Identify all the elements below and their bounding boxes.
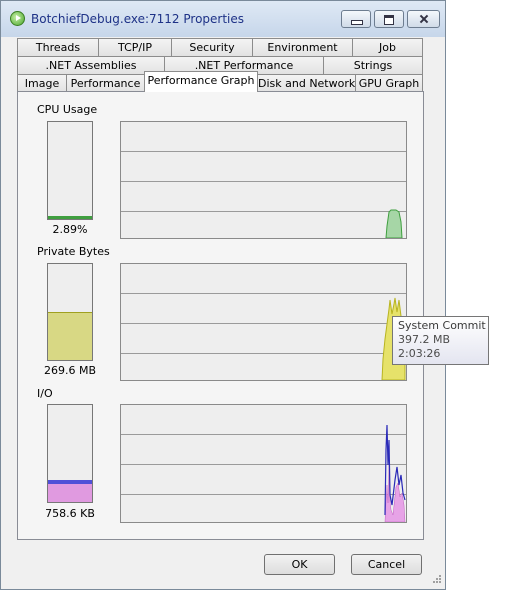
tab-performance[interactable]: Performance — [66, 74, 145, 92]
resize-grip-icon[interactable] — [428, 572, 442, 586]
close-button[interactable] — [407, 10, 440, 28]
private-bytes-meter-fill — [48, 311, 92, 360]
tab-strings[interactable]: Strings — [323, 56, 423, 74]
tab-image[interactable]: Image — [17, 74, 67, 92]
cpu-usage-meter — [47, 121, 93, 220]
tab-security[interactable]: Security — [171, 38, 253, 56]
tab-tcpip[interactable]: TCP/IP — [98, 38, 172, 56]
tooltip-time: 2:03:26 — [398, 347, 441, 360]
tab-gpu-graph[interactable]: GPU Graph — [355, 74, 423, 92]
ok-button[interactable]: OK — [264, 554, 335, 575]
tooltip-title: System Commit — [398, 319, 486, 332]
cpu-usage-meter-fill — [48, 216, 92, 219]
maximize-button[interactable] — [374, 10, 404, 28]
minimize-button[interactable] — [341, 10, 371, 28]
cpu-usage-label: CPU Usage — [37, 103, 98, 116]
cpu-usage-graph[interactable] — [120, 121, 407, 239]
cancel-button[interactable]: Cancel — [351, 554, 422, 575]
private-bytes-meter — [47, 263, 93, 361]
io-graph[interactable] — [120, 404, 407, 523]
tab-performance-graph[interactable]: Performance Graph — [144, 71, 258, 92]
io-value: 758.6 KB — [45, 507, 95, 520]
tab-disk-and-network[interactable]: Disk and Network — [257, 74, 356, 92]
io-meter — [47, 404, 93, 503]
private-bytes-label: Private Bytes — [37, 245, 110, 258]
tab-environment[interactable]: Environment — [252, 38, 353, 56]
io-meter-fill — [48, 479, 92, 502]
tab-job[interactable]: Job — [352, 38, 423, 56]
window-title: BotchiefDebug.exe:7112 Properties — [31, 12, 245, 26]
app-icon — [10, 11, 25, 26]
io-read-series — [384, 464, 406, 522]
tooltip-value: 397.2 MB — [398, 333, 451, 346]
private-bytes-value: 269.6 MB — [43, 364, 97, 377]
tab-threads[interactable]: Threads — [17, 38, 99, 56]
title-bar[interactable]: BotchiefDebug.exe:7112 Properties — [1, 1, 445, 37]
private-bytes-graph[interactable] — [120, 263, 407, 381]
io-label: I/O — [37, 387, 53, 400]
cpu-usage-series — [385, 209, 403, 238]
tab-net-assemblies[interactable]: .NET Assemblies — [17, 56, 165, 74]
graph-tooltip: System Commit 397.2 MB 2:03:26 — [392, 316, 489, 365]
cpu-usage-value: 2.89% — [52, 223, 88, 236]
